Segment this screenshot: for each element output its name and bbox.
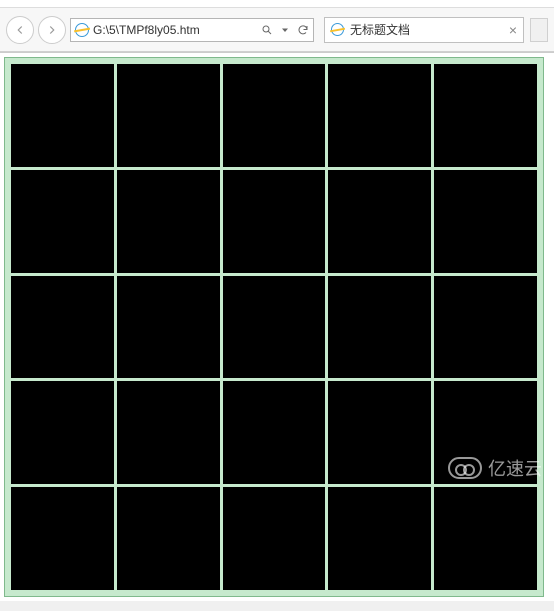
grid-cell (117, 487, 220, 590)
grid-cell (328, 170, 431, 273)
search-icon[interactable] (261, 24, 273, 36)
ie-icon (75, 23, 89, 37)
grid-cell (223, 64, 326, 167)
grid-container (11, 64, 537, 590)
grid-cell (117, 170, 220, 273)
grid-cell (328, 276, 431, 379)
dropdown-icon[interactable] (279, 24, 291, 36)
grid-cell (11, 381, 114, 484)
grid-cell (117, 64, 220, 167)
forward-button[interactable] (38, 16, 66, 44)
grid-cell (11, 276, 114, 379)
url-text: G:\5\TMPf8ly05.htm (93, 23, 257, 37)
grid-cell (223, 381, 326, 484)
page-content (4, 57, 544, 597)
refresh-icon[interactable] (297, 24, 309, 36)
browser-toolbar: G:\5\TMPf8ly05.htm 无标题文档 × (0, 8, 554, 52)
grid-cell (434, 381, 537, 484)
close-icon[interactable]: × (509, 22, 517, 38)
page-viewport (0, 52, 554, 601)
address-bar[interactable]: G:\5\TMPf8ly05.htm (70, 18, 314, 42)
grid-cell (328, 487, 431, 590)
window-titlebar (0, 0, 554, 8)
grid-cell (434, 170, 537, 273)
grid-cell (434, 276, 537, 379)
tab-title: 无标题文档 (350, 21, 503, 38)
grid-cell (223, 276, 326, 379)
grid-cell (434, 64, 537, 167)
grid-cell (11, 64, 114, 167)
address-controls (261, 24, 309, 36)
grid-cell (223, 170, 326, 273)
grid-cell (328, 64, 431, 167)
grid-cell (117, 381, 220, 484)
grid-cell (223, 487, 326, 590)
new-tab-button[interactable] (530, 18, 548, 42)
grid-cell (328, 381, 431, 484)
back-button[interactable] (6, 16, 34, 44)
ie-icon (331, 23, 344, 36)
grid-cell (434, 487, 537, 590)
grid-cell (117, 276, 220, 379)
browser-tab[interactable]: 无标题文档 × (324, 17, 524, 43)
grid-cell (11, 170, 114, 273)
grid-cell (11, 487, 114, 590)
